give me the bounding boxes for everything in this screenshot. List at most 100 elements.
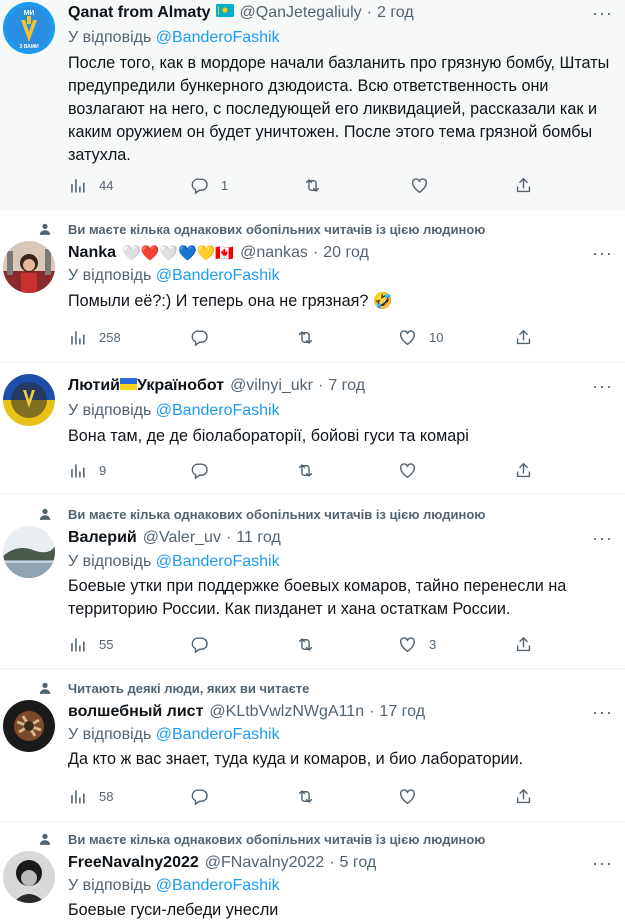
like-count: 10	[429, 329, 444, 345]
like-button[interactable]: 3	[398, 633, 436, 655]
share-button[interactable]	[514, 326, 533, 348]
views-count: 9	[99, 462, 107, 478]
separator-dot: ·	[369, 703, 375, 720]
reply-button[interactable]	[190, 785, 209, 807]
like-button[interactable]	[398, 785, 417, 807]
reply-button[interactable]: 1	[190, 174, 228, 196]
timestamp[interactable]: 17 год	[379, 703, 425, 721]
tweet-text: Боевые гуси-лебеди унесли	[68, 901, 279, 919]
views-button[interactable]: 44	[68, 174, 113, 196]
retweet-button[interactable]	[296, 633, 315, 655]
separator-dot: ·	[366, 4, 372, 21]
tweet-header: Валерий @Valer_uv · 11 год	[68, 527, 615, 549]
avatar[interactable]	[3, 526, 55, 578]
views-button[interactable]: 258	[68, 326, 121, 348]
share-button[interactable]	[514, 174, 533, 196]
like-icon	[398, 787, 417, 806]
reply-button[interactable]	[190, 459, 209, 481]
reply-mention-link[interactable]: @BanderoFashik	[156, 726, 280, 743]
timestamp[interactable]: 11 год	[236, 529, 280, 547]
retweet-button[interactable]	[296, 785, 315, 807]
like-button[interactable]: 10	[398, 326, 443, 348]
avatar-image	[3, 700, 55, 752]
user-handle[interactable]: @FNavalny2022	[205, 854, 324, 872]
reply-icon	[190, 176, 209, 195]
retweet-button[interactable]	[303, 174, 322, 196]
display-name-part1[interactable]: Лютий	[68, 377, 120, 395]
user-handle[interactable]: @QanJetegaliuly	[240, 4, 362, 22]
display-name[interactable]: волшебный лист	[68, 703, 203, 721]
display-name-part2[interactable]: Українобот	[137, 377, 224, 395]
views-button[interactable]: 58	[68, 785, 113, 807]
reply-mention-link[interactable]: @BanderoFashik	[156, 267, 280, 284]
reply-icon	[190, 635, 209, 654]
tweet-qanat[interactable]: З ВАМИ МИ Qanat from Almaty @QanJetegali…	[0, 0, 625, 210]
avatar-image: З ВАМИ МИ	[3, 2, 55, 54]
display-name[interactable]: Nanka	[68, 244, 116, 262]
social-context: Читають деякі люди, яких ви читаєте	[38, 679, 309, 697]
reply-button[interactable]	[190, 633, 209, 655]
like-button[interactable]	[410, 174, 429, 196]
tweet-actions: 44 1	[68, 174, 538, 196]
reply-button[interactable]	[190, 326, 209, 348]
tweet-valer[interactable]: Ви маєте кілька однакових обопільних чит…	[0, 494, 625, 669]
avatar[interactable]	[3, 374, 55, 426]
more-options-icon[interactable]: ···	[592, 377, 613, 395]
user-handle[interactable]: @nankas	[240, 244, 308, 262]
more-options-icon[interactable]: ···	[592, 244, 613, 262]
tweet-volshebny[interactable]: Читають деякі люди, яких ви читаєте волш…	[0, 669, 625, 822]
display-name[interactable]: Валерий	[68, 529, 137, 547]
timestamp[interactable]: 2 год	[377, 4, 414, 22]
share-button[interactable]	[514, 633, 533, 655]
tweet-freenavalny[interactable]: Ви маєте кілька однакових обопільних чит…	[0, 822, 625, 923]
timestamp[interactable]: 20 год	[323, 244, 369, 262]
reply-prefix: У відповідь	[68, 29, 152, 46]
avatar[interactable]	[3, 700, 55, 752]
reply-to-line: У відповідь @BanderoFashik	[68, 877, 280, 895]
tweet-header: Лютий Українобот @vilnyi_ukr · 7 год	[68, 375, 615, 397]
display-name[interactable]: FreeNavalny2022	[68, 854, 199, 872]
reply-icon	[190, 328, 209, 347]
like-button[interactable]	[398, 459, 417, 481]
user-handle[interactable]: @KLtbVwlzNWgA11n	[209, 703, 364, 721]
reply-to-line: У відповідь @BanderoFashik	[68, 29, 280, 47]
share-icon	[514, 635, 533, 654]
retweet-button[interactable]	[296, 326, 315, 348]
more-options-icon[interactable]: ···	[592, 703, 613, 721]
display-name[interactable]: Qanat from Almaty	[68, 4, 211, 22]
share-icon	[514, 787, 533, 806]
tweet-actions: 58	[68, 785, 538, 807]
reply-mention-link[interactable]: @BanderoFashik	[156, 877, 280, 894]
more-options-icon[interactable]: ···	[592, 4, 613, 22]
tweet-nanka[interactable]: Ви маєте кілька однакових обопільних чит…	[0, 210, 625, 363]
user-handle[interactable]: @vilnyi_ukr	[230, 377, 313, 395]
retweet-icon	[303, 176, 322, 195]
tweet-actions: 55 3	[68, 633, 538, 655]
reply-mention-link[interactable]: @BanderoFashik	[156, 553, 280, 570]
views-count: 55	[99, 636, 114, 652]
views-button[interactable]: 9	[68, 459, 106, 481]
tweet-vilnyi[interactable]: Лютий Українобот @vilnyi_ukr · 7 год ···…	[0, 363, 625, 494]
timestamp[interactable]: 7 год	[328, 377, 365, 395]
share-button[interactable]	[514, 785, 533, 807]
avatar[interactable]	[3, 241, 55, 293]
views-button[interactable]: 55	[68, 633, 113, 655]
reply-mention-link[interactable]: @BanderoFashik	[156, 29, 280, 46]
kazakhstan-flag-icon	[215, 4, 234, 22]
more-options-icon[interactable]: ···	[592, 854, 613, 872]
user-handle[interactable]: @Valer_uv	[143, 529, 221, 547]
person-icon	[38, 507, 52, 521]
reply-mention-link[interactable]: @BanderoFashik	[156, 402, 280, 419]
timestamp[interactable]: 5 год	[340, 854, 377, 872]
separator-dot: ·	[225, 529, 232, 546]
more-options-icon[interactable]: ···	[592, 529, 613, 547]
avatar[interactable]	[3, 851, 55, 903]
avatar-image	[3, 374, 55, 426]
retweet-button[interactable]	[296, 459, 315, 481]
share-button[interactable]	[514, 459, 533, 481]
avatar[interactable]: З ВАМИ МИ	[3, 2, 55, 54]
social-context-text: Ви маєте кілька однакових обопільних чит…	[68, 831, 486, 847]
like-count: 3	[429, 636, 437, 652]
like-icon	[398, 635, 417, 654]
retweet-icon	[296, 787, 315, 806]
